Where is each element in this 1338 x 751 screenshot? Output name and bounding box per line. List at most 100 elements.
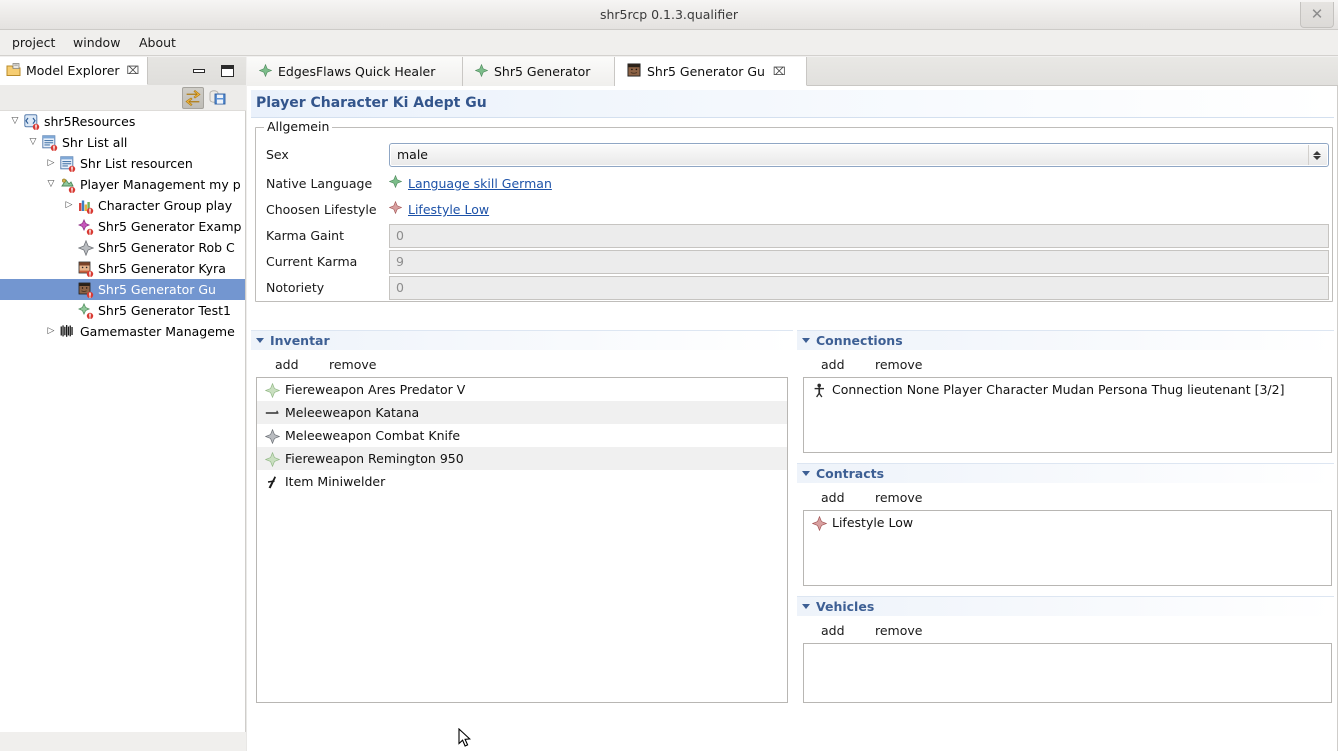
twisty-expanded-icon[interactable]: ▽ [44,174,58,195]
twisty-expanded-icon[interactable]: ▽ [8,111,22,132]
menu-project[interactable]: project [4,30,63,56]
tree-item[interactable]: Shr5 Generator Test1 [0,300,245,321]
gamemaster-icon [60,324,76,340]
field-row-choosen-lifestyle: Choosen Lifestyle Lifestyle Low [256,197,1332,223]
section-header-vehicles[interactable]: Vehicles [797,596,1334,616]
field-value-native-language: Language skill German [388,171,552,197]
chevron-down-icon [802,604,810,609]
inventar-item[interactable]: Meleeweapon Katana [257,401,787,424]
tree-item[interactable]: ▷ Shr List resourcen [0,153,245,174]
view-tab-close-icon[interactable]: ⌧ [127,64,140,77]
tree-item[interactable]: ▷ Character Group play [0,195,245,216]
model-tree[interactable]: ▽ shr5Resources ▽ Shr List all ▷ Shr List res… [0,111,246,732]
menu-window[interactable]: window [65,30,128,56]
section-header-connections[interactable]: Connections [797,330,1334,350]
section-header-contracts[interactable]: Contracts [797,463,1334,483]
tree-item-label: Shr List all [62,135,128,150]
chevron-down-icon [256,338,264,343]
section-header-inventar[interactable]: Inventar [251,330,793,350]
portrait-gu-icon [627,63,641,80]
list-error-icon [60,156,76,173]
contracts-item[interactable]: Lifestyle Low [804,511,1331,534]
connections-remove-button[interactable]: remove [875,354,922,376]
spinner-arrows-icon[interactable] [1308,145,1324,165]
tree-item-label: Shr List resourcen [80,156,193,171]
maximize-icon [221,65,234,77]
vehicles-actions: add remove [797,620,1334,642]
sex-combo-value: male [397,147,428,162]
tree-item-label: Character Group play [98,198,233,213]
contracts-add-button[interactable]: add [821,487,845,509]
vehicles-list[interactable] [803,643,1332,703]
group-error-icon [78,198,94,215]
vehicles-add-button[interactable]: add [821,620,845,642]
list-error-icon [42,135,58,152]
contracts-remove-button[interactable]: remove [875,487,922,509]
editor-tab[interactable]: EdgesFlaws Quick Healer [247,57,463,86]
editor-tab-close-icon[interactable]: ⌧ [773,65,786,78]
inventar-item[interactable]: Meleeweapon Combat Knife [257,424,787,447]
contracts-item-label: Lifestyle Low [832,515,914,530]
chevron-down-icon [1312,155,1321,160]
window-title: shr5rcp 0.1.3.qualifier [599,7,739,22]
sex-combo[interactable]: male [389,143,1329,167]
twisty-expanded-icon[interactable]: ▽ [26,132,40,153]
window-close-button[interactable]: ✕ [1300,2,1334,28]
tree-item-label: Shr5 Generator Rob C [98,240,235,255]
tree-item[interactable]: Shr5 Generator Examp [0,216,245,237]
tree-item[interactable]: Shr5 Generator Gu [0,279,245,300]
editor-maximize-button[interactable] [1310,62,1328,80]
twisty-collapsed-icon[interactable]: ▷ [44,153,58,174]
contracts-list[interactable]: Lifestyle Low [803,510,1332,586]
field-value-notoriety: 0 [389,276,1329,300]
vehicles-remove-button[interactable]: remove [875,620,922,642]
connections-add-button[interactable]: add [821,354,845,376]
tree-item-label: Shr5 Generator Test1 [98,303,231,318]
view-minimize-button[interactable] [190,62,208,80]
link-choosen-lifestyle[interactable]: Lifestyle Low [408,197,489,223]
diamond-gray-icon [264,428,281,445]
inventar-list[interactable]: Fiereweapon Ares Predator V Meleeweapon K… [256,377,788,703]
twisty-collapsed-icon[interactable]: ▷ [44,321,58,342]
twisty-collapsed-icon[interactable]: ▷ [62,195,76,216]
model-explorer-icon [6,62,21,80]
tree-item[interactable]: Shr5 Generator Kyra [0,258,245,279]
field-label-notoriety: Notoriety [266,280,325,295]
application-window: shr5rcp 0.1.3.qualifier ✕ project window… [0,0,1338,751]
generator-error-icon [77,302,94,320]
editor-minimize-button[interactable] [1282,62,1300,80]
connections-item[interactable]: Connection None Player Character Mudan P… [804,378,1331,401]
view-tabstrip: Model Explorer ⌧ [0,57,246,85]
chevron-down-icon [802,471,810,476]
tree-item[interactable]: ▷ Gamemaster Manageme [0,321,245,342]
inventar-item[interactable]: Fiereweapon Ares Predator V [257,378,787,401]
inventar-add-button[interactable]: add [275,354,299,376]
link-arrows-icon[interactable] [182,87,204,109]
connections-actions: add remove [797,354,1334,376]
editor-area: EdgesFlaws Quick Healer Shr5 Generator Shr… [247,57,1338,751]
field-row-sex: Sex male [256,142,1332,168]
save-disk-icon[interactable] [208,87,230,109]
tree-item[interactable]: ▽ Shr List all [0,132,245,153]
inventar-item-label: Meleeweapon Combat Knife [285,428,461,443]
connections-item-label: Connection None Player Character Mudan P… [832,382,1285,397]
tree-item-label: Shr5 Generator Kyra [98,261,226,276]
link-native-language[interactable]: Language skill German [408,171,552,197]
inventar-actions: add remove [251,354,793,376]
editor-tab[interactable]: Shr5 Generator Gu ⌧ [615,57,807,86]
field-value-karma-gaint: 0 [389,224,1329,248]
connections-list[interactable]: Connection None Player Character Mudan P… [803,377,1332,453]
inventar-remove-button[interactable]: remove [329,354,376,376]
inventar-item[interactable]: Item Miniwelder [257,470,787,493]
tree-item[interactable]: ▽ Player Management my p [0,174,245,195]
section-title-vehicles: Vehicles [816,598,875,614]
editor-tab[interactable]: Shr5 Generator [463,57,615,86]
section-title-inventar: Inventar [270,332,330,348]
view-maximize-button[interactable] [218,62,236,80]
tree-item-label: Shr5 Generator Examp [98,219,242,234]
menu-about[interactable]: About [131,30,184,56]
inventar-item[interactable]: Fiereweapon Remington 950 [257,447,787,470]
view-tab-model-explorer[interactable]: Model Explorer ⌧ [0,57,149,85]
tree-item[interactable]: ▽ shr5Resources [0,111,245,132]
tree-item[interactable]: Shr5 Generator Rob C [0,237,245,258]
